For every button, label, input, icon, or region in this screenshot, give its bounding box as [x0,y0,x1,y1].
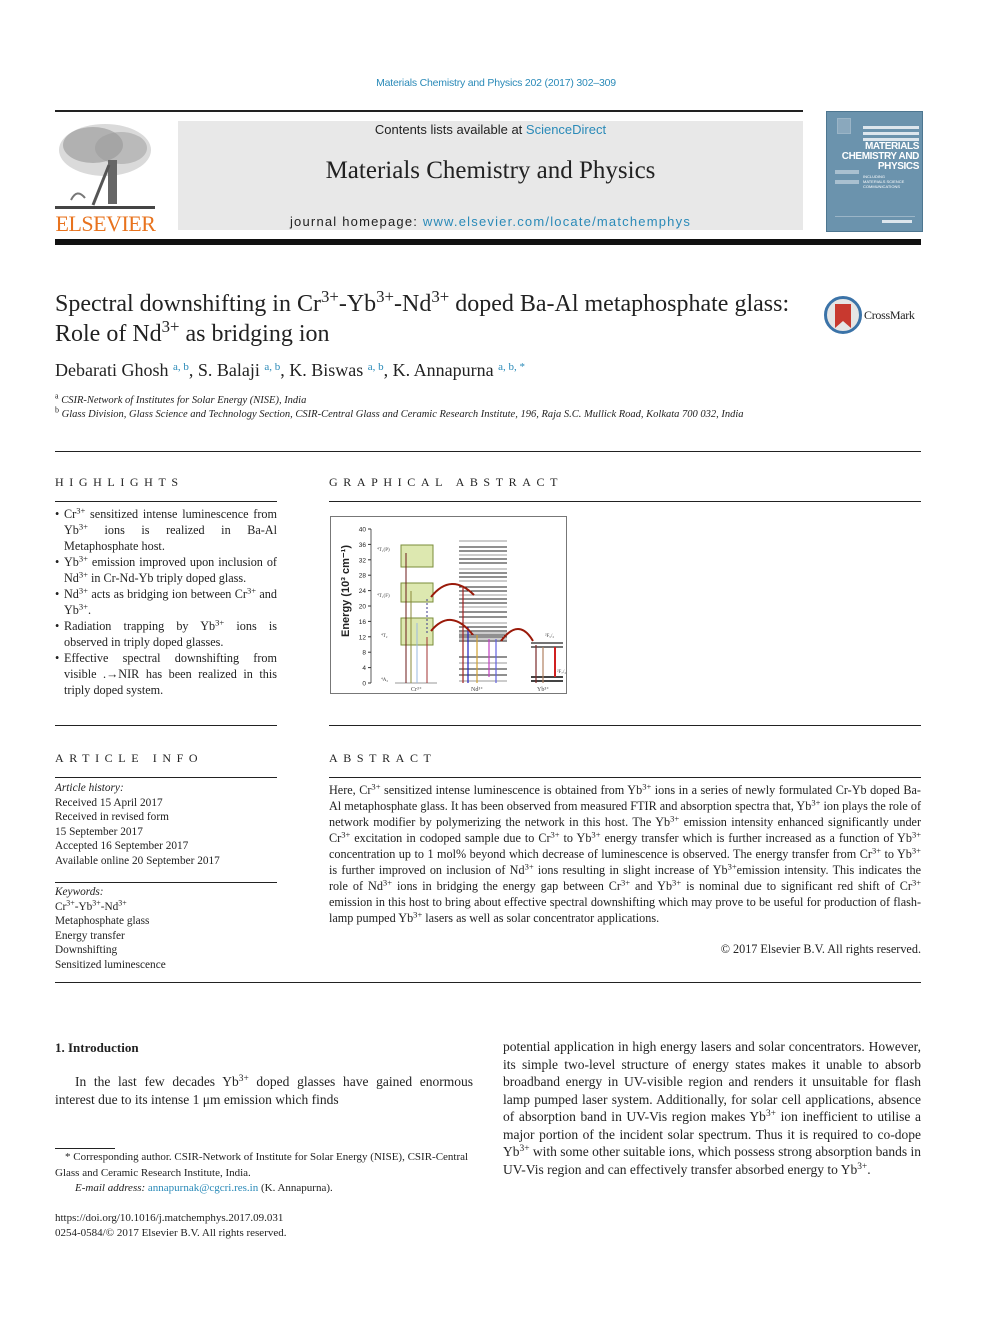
cover-stripe [835,170,859,174]
y-tick-label: 12 [359,634,367,641]
email-footnote: E-mail address: annapurnak@cgcri.res.in … [75,1182,333,1194]
graphical-abstract-heading: GRAPHICAL ABSTRACT [329,475,564,489]
yb-level-label: ²F₇/₂ [557,669,566,675]
author-list: Debarati Ghosh a, b, S. Balaji a, b, K. … [55,360,526,380]
y-tick-label: 28 [359,573,367,580]
cover-stripe [835,180,859,184]
doi-link[interactable]: https://doi.org/10.1016/j.matchemphys.20… [55,1211,473,1227]
keywords-rule [55,882,277,883]
introduction-paragraph-continued: potential application in high energy las… [503,1039,922,1177]
crossmark-button[interactable]: CrossMark [824,296,924,336]
introduction-paragraph: In the last few decades Yb3+ doped glass… [55,1073,473,1107]
author-name[interactable]: K. Biswas [289,360,363,380]
y-tick-label: 40 [359,527,367,534]
keyword[interactable]: Cr3+-Yb3+-Nd3+ [55,899,277,915]
highlights-end-rule [55,725,277,726]
keyword[interactable]: Downshifting [55,943,277,958]
cr-level-label: ⁴T₁(P) [377,547,390,553]
cover-stripe [863,132,919,135]
homepage-link[interactable]: www.elsevier.com/locate/matchemphys [423,214,691,229]
cr-level-label: ⁴A₂ [381,677,388,683]
y-tick-label: 0 [362,681,366,688]
highlight-item: • Cr3+ sensitized intense luminescence fr… [55,505,277,553]
y-tick-label: 20 [359,604,367,611]
y-axis-label: Energy (10³ cm⁻¹) [340,545,352,637]
graphical-abstract-rule [329,501,921,502]
journal-title: Materials Chemistry and Physics [325,157,656,184]
abstract-end-rule [55,982,921,983]
header-thick-rule [55,239,921,245]
issn-line: 0254-0584/© 2017 Elsevier B.V. All right… [55,1227,287,1239]
highlights-rule [55,501,277,502]
article-history: Article history: Received 15 April 2017 … [55,782,220,867]
keyword[interactable]: Sensitized luminescence [55,958,277,973]
contents-line: Contents lists available at ScienceDirec… [374,122,607,137]
introduction-heading: 1. Introduction [55,1040,139,1055]
section-rule [55,451,921,452]
cover-publisher-mark [882,220,912,223]
ion-label: Nd³⁺ [471,686,483,693]
cover-rule [835,216,915,217]
affiliation-b: b Glass Division, Glass Science and Tech… [55,405,744,420]
header-rule [55,110,803,112]
y-tick-label: 4 [362,665,366,672]
cr-level-label: ⁴T₁(F) [377,593,390,599]
article-info-rule [55,777,277,778]
keywords-list: Keywords: Cr3+-Yb3+-Nd3+ Metaphosphate g… [55,885,277,972]
graphical-abstract-figure[interactable]: Energy (10³ cm⁻¹) 0 4 8 12 16 20 24 28 32 36 40 Cr… [330,516,567,694]
keyword[interactable]: Metaphosphate glass [55,914,277,929]
highlight-item: • Radiation trapping by Yb3+ ions is obse… [55,617,277,649]
energy-level-diagram: Energy (10³ cm⁻¹) 0 4 8 12 16 20 24 28 32 36 40 Cr… [340,527,566,694]
cr-level-label: ⁴T₂ [381,633,388,639]
yb-level-label: ²F₅/₂ [545,633,554,639]
affiliation-a: a CSIR-Network of Institutes for Solar E… [55,391,307,406]
keyword[interactable]: Energy transfer [55,929,277,944]
journal-homepage: journal homepage: www.elsevier.com/locat… [289,214,692,229]
journal-citation[interactable]: Materials Chemistry and Physics 202 (201… [0,77,992,89]
sciencedirect-link[interactable]: ScienceDirect [526,122,606,137]
abstract-heading: ABSTRACT [329,751,437,765]
footnote-rule [55,1148,115,1149]
ion-label: Yb³⁺ [537,686,549,693]
article-title: Spectral downshifting in Cr3+-Yb3+-Nd3+ … [55,286,790,347]
author-name[interactable]: K. Annapurna [393,360,494,380]
y-tick-label: 16 [359,619,367,626]
abstract-text: Here, Cr3+ sensitized intense luminescen… [329,781,922,925]
journal-cover-thumbnail[interactable]: MATERIALS CHEMISTRY AND PHYSICS INCLUDIN… [826,111,923,232]
highlight-item: • Yb3+ emission improved upon inclusion o… [55,553,277,585]
cover-logo-icon [837,118,851,134]
y-tick-label: 36 [359,542,367,549]
elsevier-wordmark: ELSEVIER [55,211,156,236]
y-tick-label: 32 [359,557,367,564]
cover-title: MATERIALS CHEMISTRY AND PHYSICS [841,141,920,172]
y-tick-label: 8 [362,650,366,657]
highlights-list: • Cr3+ sensitized intense luminescence fr… [55,506,277,698]
crossmark-icon [824,296,862,334]
cover-subtitle: INCLUDING MATERIALS SCIENCE COMMUNICATIO… [863,174,905,189]
author-name[interactable]: S. Balaji [198,360,260,380]
abstract-copyright: © 2017 Elsevier B.V. All rights reserved… [720,942,921,956]
ion-label: Cr³⁺ [411,686,422,693]
highlight-item: • Nd3+ acts as bridging ion between Cr3+ … [55,585,277,617]
article-info-heading: ARTICLE INFO [55,751,204,765]
highlight-item: • Effective spectral downshifting from vi… [55,651,277,697]
abstract-rule [329,777,921,778]
author-name[interactable]: Debarati Ghosh [55,360,168,380]
cover-stripe [863,126,919,129]
graphical-abstract-end-rule [329,725,921,726]
email-link[interactable]: annapurnak@cgcri.res.in [148,1182,258,1194]
corresponding-author-footnote: * Corresponding author. CSIR-Network of … [55,1151,469,1179]
highlights-heading: HIGHLIGHTS [55,475,184,489]
y-tick-label: 24 [359,588,367,595]
